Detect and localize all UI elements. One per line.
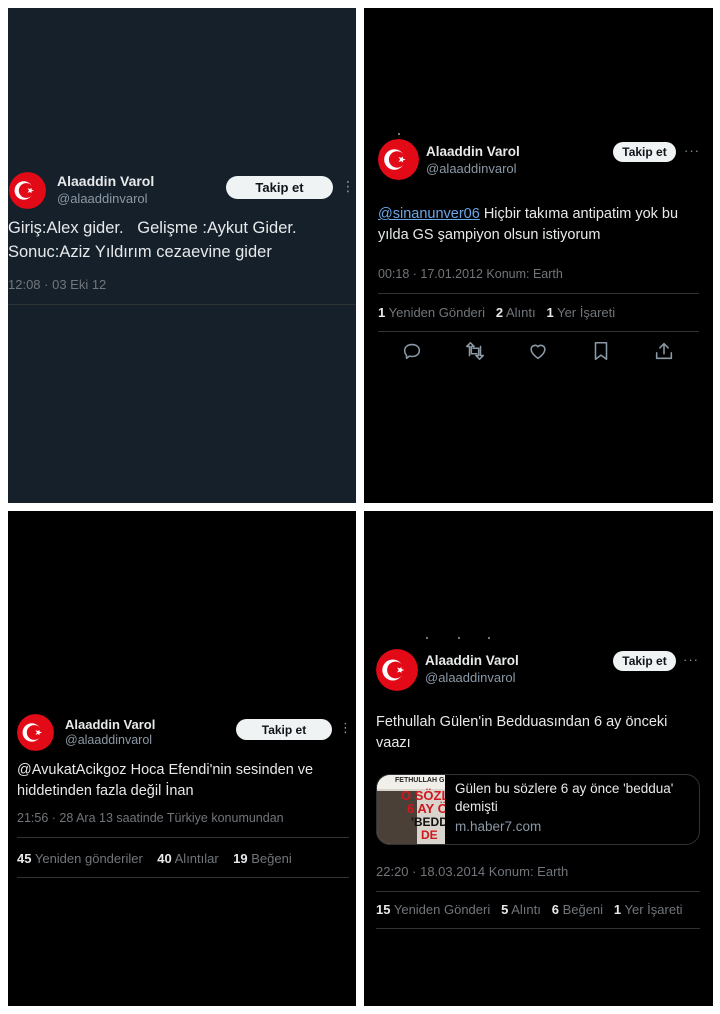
more-options-icon[interactable]: ··· bbox=[681, 652, 701, 667]
tweet-panel-3: Alaaddin Varol @alaaddinvarol Takip et ⋮… bbox=[8, 511, 356, 1006]
more-options-icon[interactable]: ⋮ bbox=[339, 720, 352, 736]
user-handle[interactable]: @alaaddinvarol bbox=[65, 733, 152, 747]
reply-icon[interactable] bbox=[401, 340, 423, 362]
user-handle[interactable]: @alaaddinvarol bbox=[426, 161, 517, 176]
stat-likes[interactable]: 6 Beğeni bbox=[552, 902, 603, 917]
stat-quotes[interactable]: 2 Alıntı bbox=[496, 305, 536, 320]
stat-quotes[interactable]: 5 Alıntı bbox=[501, 902, 541, 917]
tweet-timestamp[interactable]: 22:20 · 18.03.2014 Konum: Earth bbox=[376, 864, 568, 879]
divider bbox=[376, 891, 700, 892]
stat-quotes[interactable]: 40 Alıntılar bbox=[157, 851, 218, 866]
avatar[interactable] bbox=[378, 139, 419, 180]
follow-button[interactable]: Takip et bbox=[226, 176, 333, 199]
tweet-stats: 45 Yeniden gönderiler 40 Alıntılar 19 Be… bbox=[17, 851, 292, 866]
divider bbox=[376, 928, 700, 929]
mention-link[interactable]: @sinanunver06 bbox=[378, 206, 480, 222]
tweet-panel-2: Alaaddin Varol @alaaddinvarol Takip et ·… bbox=[364, 8, 713, 503]
user-handle[interactable]: @alaaddinvarol bbox=[425, 670, 516, 685]
tweet-text: @AvukatAcikgoz Hoca Efendi'nin sesinden … bbox=[17, 760, 347, 802]
tweet-text: Giriş:Alex gider. Gelişme :Aykut Gider. … bbox=[8, 217, 353, 265]
link-domain: m.haber7.com bbox=[455, 819, 542, 834]
stat-bookmarks[interactable]: 1 Yer İşareti bbox=[614, 902, 683, 917]
tweet-panel-4: Alaaddin Varol @alaaddinvarol Takip et ·… bbox=[364, 511, 713, 1006]
tweet-timestamp[interactable]: 21:56 · 28 Ara 13 saatinde Türkiye konum… bbox=[17, 811, 284, 825]
link-preview-card[interactable]: FETHULLAH G O SÖZL 6 AY Ö 'BEDD DE Gülen… bbox=[376, 774, 700, 845]
share-icon[interactable] bbox=[653, 340, 675, 362]
tweet-timestamp[interactable]: 12:08 · 03 Eki 12 bbox=[8, 277, 106, 292]
tweet-text-line: Giriş:Alex gider. Gelişme :Aykut Gider. bbox=[8, 219, 297, 237]
stat-reposts[interactable]: 15 Yeniden Gönderi bbox=[376, 902, 490, 917]
decorative-dot bbox=[398, 133, 400, 135]
tweet-timestamp[interactable]: 00:18 · 17.01.2012 Konum: Earth bbox=[378, 267, 563, 281]
tweet-text: Fethullah Gülen'in Bedduasından 6 ay önc… bbox=[376, 714, 668, 752]
divider bbox=[17, 837, 349, 838]
display-name[interactable]: Alaaddin Varol bbox=[57, 173, 154, 189]
thumbnail-caption: FETHULLAH G bbox=[395, 777, 445, 784]
tweet-stats: 1 Yeniden Gönderi 2 Alıntı 1 Yer İşareti bbox=[378, 305, 615, 320]
divider bbox=[17, 877, 349, 878]
display-name[interactable]: Alaaddin Varol bbox=[426, 144, 520, 159]
divider bbox=[378, 331, 699, 332]
tweet-text: @sinanunver06 Hiçbir takıma antipatim yo… bbox=[378, 204, 698, 246]
stat-bookmarks[interactable]: 1 Yer İşareti bbox=[546, 305, 615, 320]
tweet-stats: 15 Yeniden Gönderi 5 Alıntı 6 Beğeni 1 Y… bbox=[376, 902, 683, 917]
tweet-text-line: Sonuc:Aziz Yıldırım cezaevine gider bbox=[8, 242, 272, 261]
more-options-icon[interactable]: ··· bbox=[682, 143, 702, 158]
avatar[interactable] bbox=[9, 172, 46, 209]
more-options-icon[interactable]: ⋮ bbox=[341, 178, 355, 195]
decorative-dot bbox=[488, 637, 490, 639]
thumbnail-caption: DE bbox=[421, 828, 438, 842]
follow-button[interactable]: Takip et bbox=[613, 142, 676, 162]
thumbnail-caption: 6 AY Ö bbox=[407, 801, 445, 816]
divider bbox=[378, 293, 699, 294]
mention-link[interactable]: @AvukatAcikgoz bbox=[17, 762, 127, 778]
divider bbox=[8, 304, 356, 305]
follow-button[interactable]: Takip et bbox=[613, 651, 676, 671]
decorative-dot bbox=[458, 637, 460, 639]
link-thumbnail: FETHULLAH G O SÖZL 6 AY Ö 'BEDD DE bbox=[377, 775, 445, 844]
stat-reposts[interactable]: 45 Yeniden gönderiler bbox=[17, 851, 143, 866]
display-name[interactable]: Alaaddin Varol bbox=[65, 717, 155, 732]
avatar[interactable] bbox=[17, 714, 54, 751]
bookmark-icon[interactable] bbox=[590, 340, 612, 362]
stat-likes[interactable]: 19 Beğeni bbox=[233, 851, 292, 866]
retweet-icon[interactable] bbox=[464, 340, 486, 362]
link-title[interactable]: Gülen bu sözlere 6 ay önce 'beddua' demi… bbox=[455, 780, 691, 815]
tweet-panel-1: Alaaddin Varol @alaaddinvarol Takip et ⋮… bbox=[8, 8, 356, 503]
decorative-dot bbox=[426, 637, 428, 639]
user-handle[interactable]: @alaaddinvarol bbox=[57, 191, 148, 206]
like-icon[interactable] bbox=[527, 340, 549, 362]
thumbnail-caption: 'BEDD bbox=[411, 815, 445, 829]
follow-button[interactable]: Takip et bbox=[236, 719, 332, 740]
display-name[interactable]: Alaaddin Varol bbox=[425, 653, 519, 668]
avatar[interactable] bbox=[376, 649, 418, 691]
stat-reposts[interactable]: 1 Yeniden Gönderi bbox=[378, 305, 485, 320]
